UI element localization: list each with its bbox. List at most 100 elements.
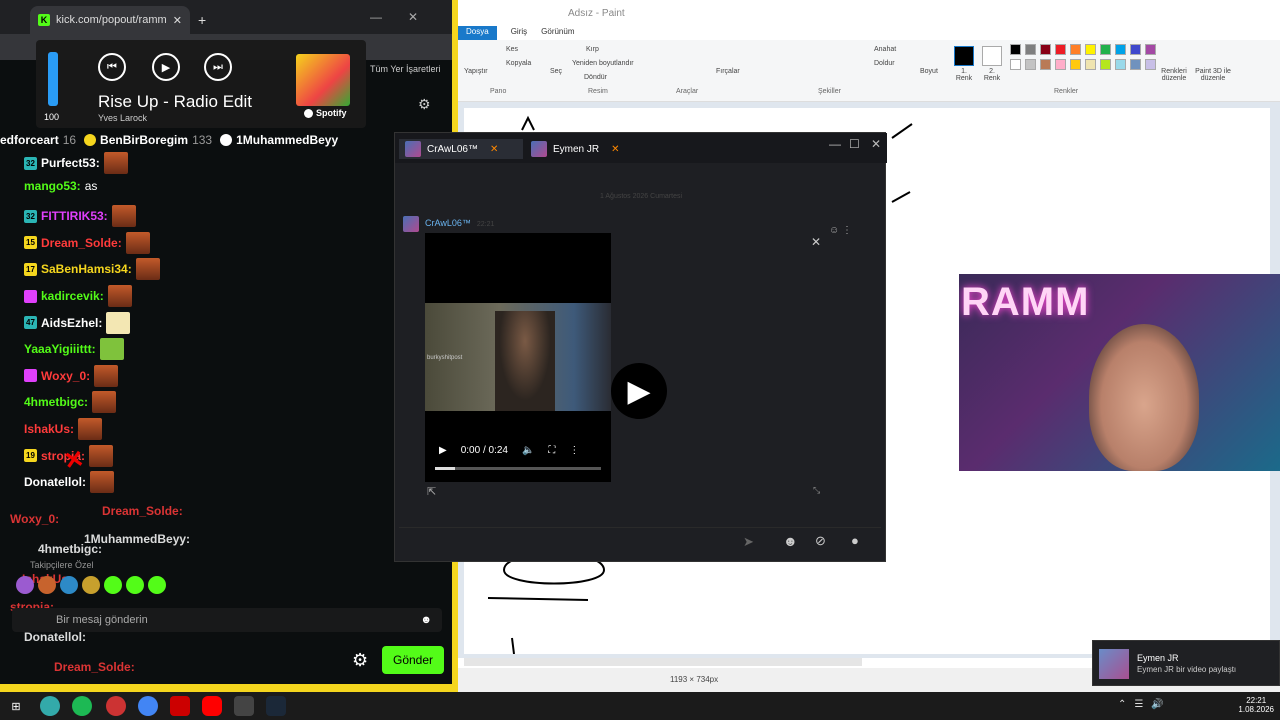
clock[interactable]: 22:21 1.08.2026 — [1238, 696, 1274, 714]
chat-message[interactable]: 15 Dream_Solde: — [24, 231, 150, 254]
chat-username[interactable]: Purfect53: — [41, 156, 100, 170]
browser-tab[interactable]: K kick.com/popout/rammus53/cl ✕ — [30, 6, 190, 34]
emote-icon[interactable] — [104, 576, 122, 594]
emote-icon[interactable] — [82, 576, 100, 594]
volume-icon[interactable]: 🔊 — [1151, 699, 1163, 710]
chrome-icon[interactable] — [138, 696, 158, 716]
network-icon[interactable]: ☰ — [1134, 699, 1143, 710]
minimize-icon[interactable]: — — [370, 10, 382, 24]
emoticon-icon[interactable]: ☻ — [783, 533, 798, 549]
emote-icon[interactable] — [126, 576, 144, 594]
resize-button[interactable]: Yeniden boyutlandır — [572, 60, 634, 67]
chat-message[interactable]: 17 SaBenHamsi34: — [24, 258, 160, 281]
palette-swatch[interactable] — [1130, 59, 1141, 70]
all-bookmarks-link[interactable]: Tüm Yer İşaretleri — [370, 64, 441, 74]
chat-username[interactable]: Donatellol: — [24, 475, 86, 489]
close-icon[interactable]: ✕ — [871, 137, 881, 151]
chat-message[interactable]: 32 FITTIRIK53: — [24, 205, 136, 228]
chat-message[interactable]: 47 AidsEzhel: — [24, 311, 131, 334]
close-tab-icon[interactable]: ✕ — [173, 14, 182, 27]
chat-input[interactable]: Bir mesaj gönderin ☻ — [12, 608, 442, 632]
more-icon[interactable]: ⋮ — [569, 445, 579, 456]
palette-swatch[interactable] — [1130, 44, 1141, 55]
size-button[interactable]: Boyut — [920, 68, 938, 75]
steam-message-input[interactable]: ➤ ☻ ⊘ ● — [399, 527, 881, 557]
chat-message[interactable]: 32 Purfect53: — [24, 152, 128, 174]
big-play-button[interactable]: ▶ — [611, 363, 667, 419]
palette-swatch[interactable] — [1085, 59, 1096, 70]
video-play-icon[interactable]: ▶ — [439, 445, 447, 456]
chat-username[interactable]: 4hmetbigc: — [24, 395, 88, 409]
close-video-icon[interactable]: ✕ — [811, 235, 821, 249]
send-arrow-icon[interactable]: ➤ — [743, 534, 754, 550]
emote-icon[interactable] — [148, 576, 166, 594]
chat-message[interactable]: IshakUs: — [24, 418, 103, 440]
palette-swatch[interactable] — [1145, 44, 1156, 55]
horizontal-scrollbar[interactable] — [464, 658, 862, 666]
close-tab-icon[interactable]: ✕ — [490, 144, 498, 155]
palette-swatch[interactable] — [1055, 59, 1066, 70]
youtube-icon[interactable] — [202, 696, 222, 716]
outline-button[interactable]: Anahat — [874, 46, 896, 53]
chat-message[interactable]: 4hmetbigc: — [24, 391, 117, 414]
chat-username[interactable]: AidsEzhel: — [41, 316, 102, 330]
emoji-icon[interactable]: ☻ — [420, 614, 432, 626]
fill-button[interactable]: Doldur — [874, 60, 895, 67]
app-icon[interactable] — [106, 696, 126, 716]
emote-icon[interactable] — [38, 576, 56, 594]
resize-handle-icon[interactable]: ⤡ — [813, 485, 820, 496]
send-button[interactable]: Gönder — [382, 646, 444, 674]
crop-button[interactable]: Kırp — [586, 46, 599, 53]
volume-bar[interactable] — [48, 52, 58, 106]
palette-swatch[interactable] — [1070, 59, 1081, 70]
paint3d-button[interactable]: Paint 3D ile düzenle — [1192, 68, 1234, 82]
palette-swatch[interactable] — [1115, 59, 1126, 70]
next-track-button[interactable]: ⏭ — [204, 53, 232, 81]
chat-message[interactable]: Woxy_0: — [24, 364, 119, 387]
color1-button[interactable]: 1. Renk — [954, 68, 974, 82]
user-settings-icon[interactable]: ⚙ — [418, 96, 431, 113]
maximize-icon[interactable]: ☐ — [849, 137, 860, 151]
chat-username[interactable]: YaaaYigiiittt: — [24, 342, 96, 356]
emoji-reaction-icon[interactable]: ☺ ⋮ — [829, 225, 852, 236]
fullscreen-icon[interactable]: ⛶ — [548, 445, 555, 456]
chat-message[interactable]: kadircevik: — [24, 285, 132, 307]
emote-icon[interactable] — [60, 576, 78, 594]
color2-button[interactable]: 2. Renk — [982, 68, 1002, 82]
chat-username[interactable]: mango53: — [24, 179, 81, 193]
voice-icon[interactable]: ● — [851, 533, 859, 548]
previous-track-button[interactable]: ⏮ — [98, 53, 126, 81]
video-progress-bar[interactable] — [435, 467, 601, 470]
brushes-button[interactable]: Fırçalar — [716, 68, 740, 75]
toast-notification[interactable]: Eymen JR Eymen JR bir video paylaştı — [1092, 640, 1280, 686]
volume-icon[interactable]: 🔈 — [522, 445, 534, 456]
new-tab-button[interactable]: + — [198, 12, 206, 28]
chat-tab-crawl06[interactable]: CrAwL06™ ✕ — [399, 139, 523, 159]
tab-view[interactable]: Görünüm — [541, 26, 574, 40]
palette-swatch[interactable] — [1145, 59, 1156, 70]
palette-swatch[interactable] — [1040, 44, 1051, 55]
chat-username[interactable]: Dream_Solde: — [41, 236, 122, 250]
steam-icon[interactable] — [266, 696, 286, 716]
minimize-icon[interactable]: — — [829, 137, 841, 151]
app-icon[interactable] — [40, 696, 60, 716]
palette-swatch[interactable] — [1040, 59, 1051, 70]
chat-message[interactable]: YaaaYigiiittt: — [24, 338, 124, 361]
palette-swatch[interactable] — [1010, 59, 1021, 70]
chevron-up-icon[interactable]: ⌃ — [1118, 699, 1126, 710]
chat-username[interactable]: kadircevik: — [41, 289, 104, 303]
chat-settings-gear-icon[interactable]: ⚙ — [352, 650, 368, 671]
emote-icon[interactable] — [16, 576, 34, 594]
chat-message[interactable]: mango53: as — [24, 179, 97, 193]
app-icon[interactable] — [170, 696, 190, 716]
chat-username[interactable]: Woxy_0: — [41, 369, 90, 383]
palette-swatch[interactable] — [1010, 44, 1021, 55]
cut-button[interactable]: Kes — [506, 46, 518, 53]
attach-icon[interactable]: ⊘ — [815, 533, 826, 549]
color2-swatch[interactable] — [982, 46, 1002, 66]
tab-home[interactable]: Giriş — [511, 26, 527, 40]
palette-swatch[interactable] — [1115, 44, 1126, 55]
tab-file[interactable]: Dosya — [458, 26, 497, 40]
chat-username[interactable]: IshakUs: — [24, 422, 74, 436]
play-button[interactable]: ▶ — [152, 53, 180, 81]
